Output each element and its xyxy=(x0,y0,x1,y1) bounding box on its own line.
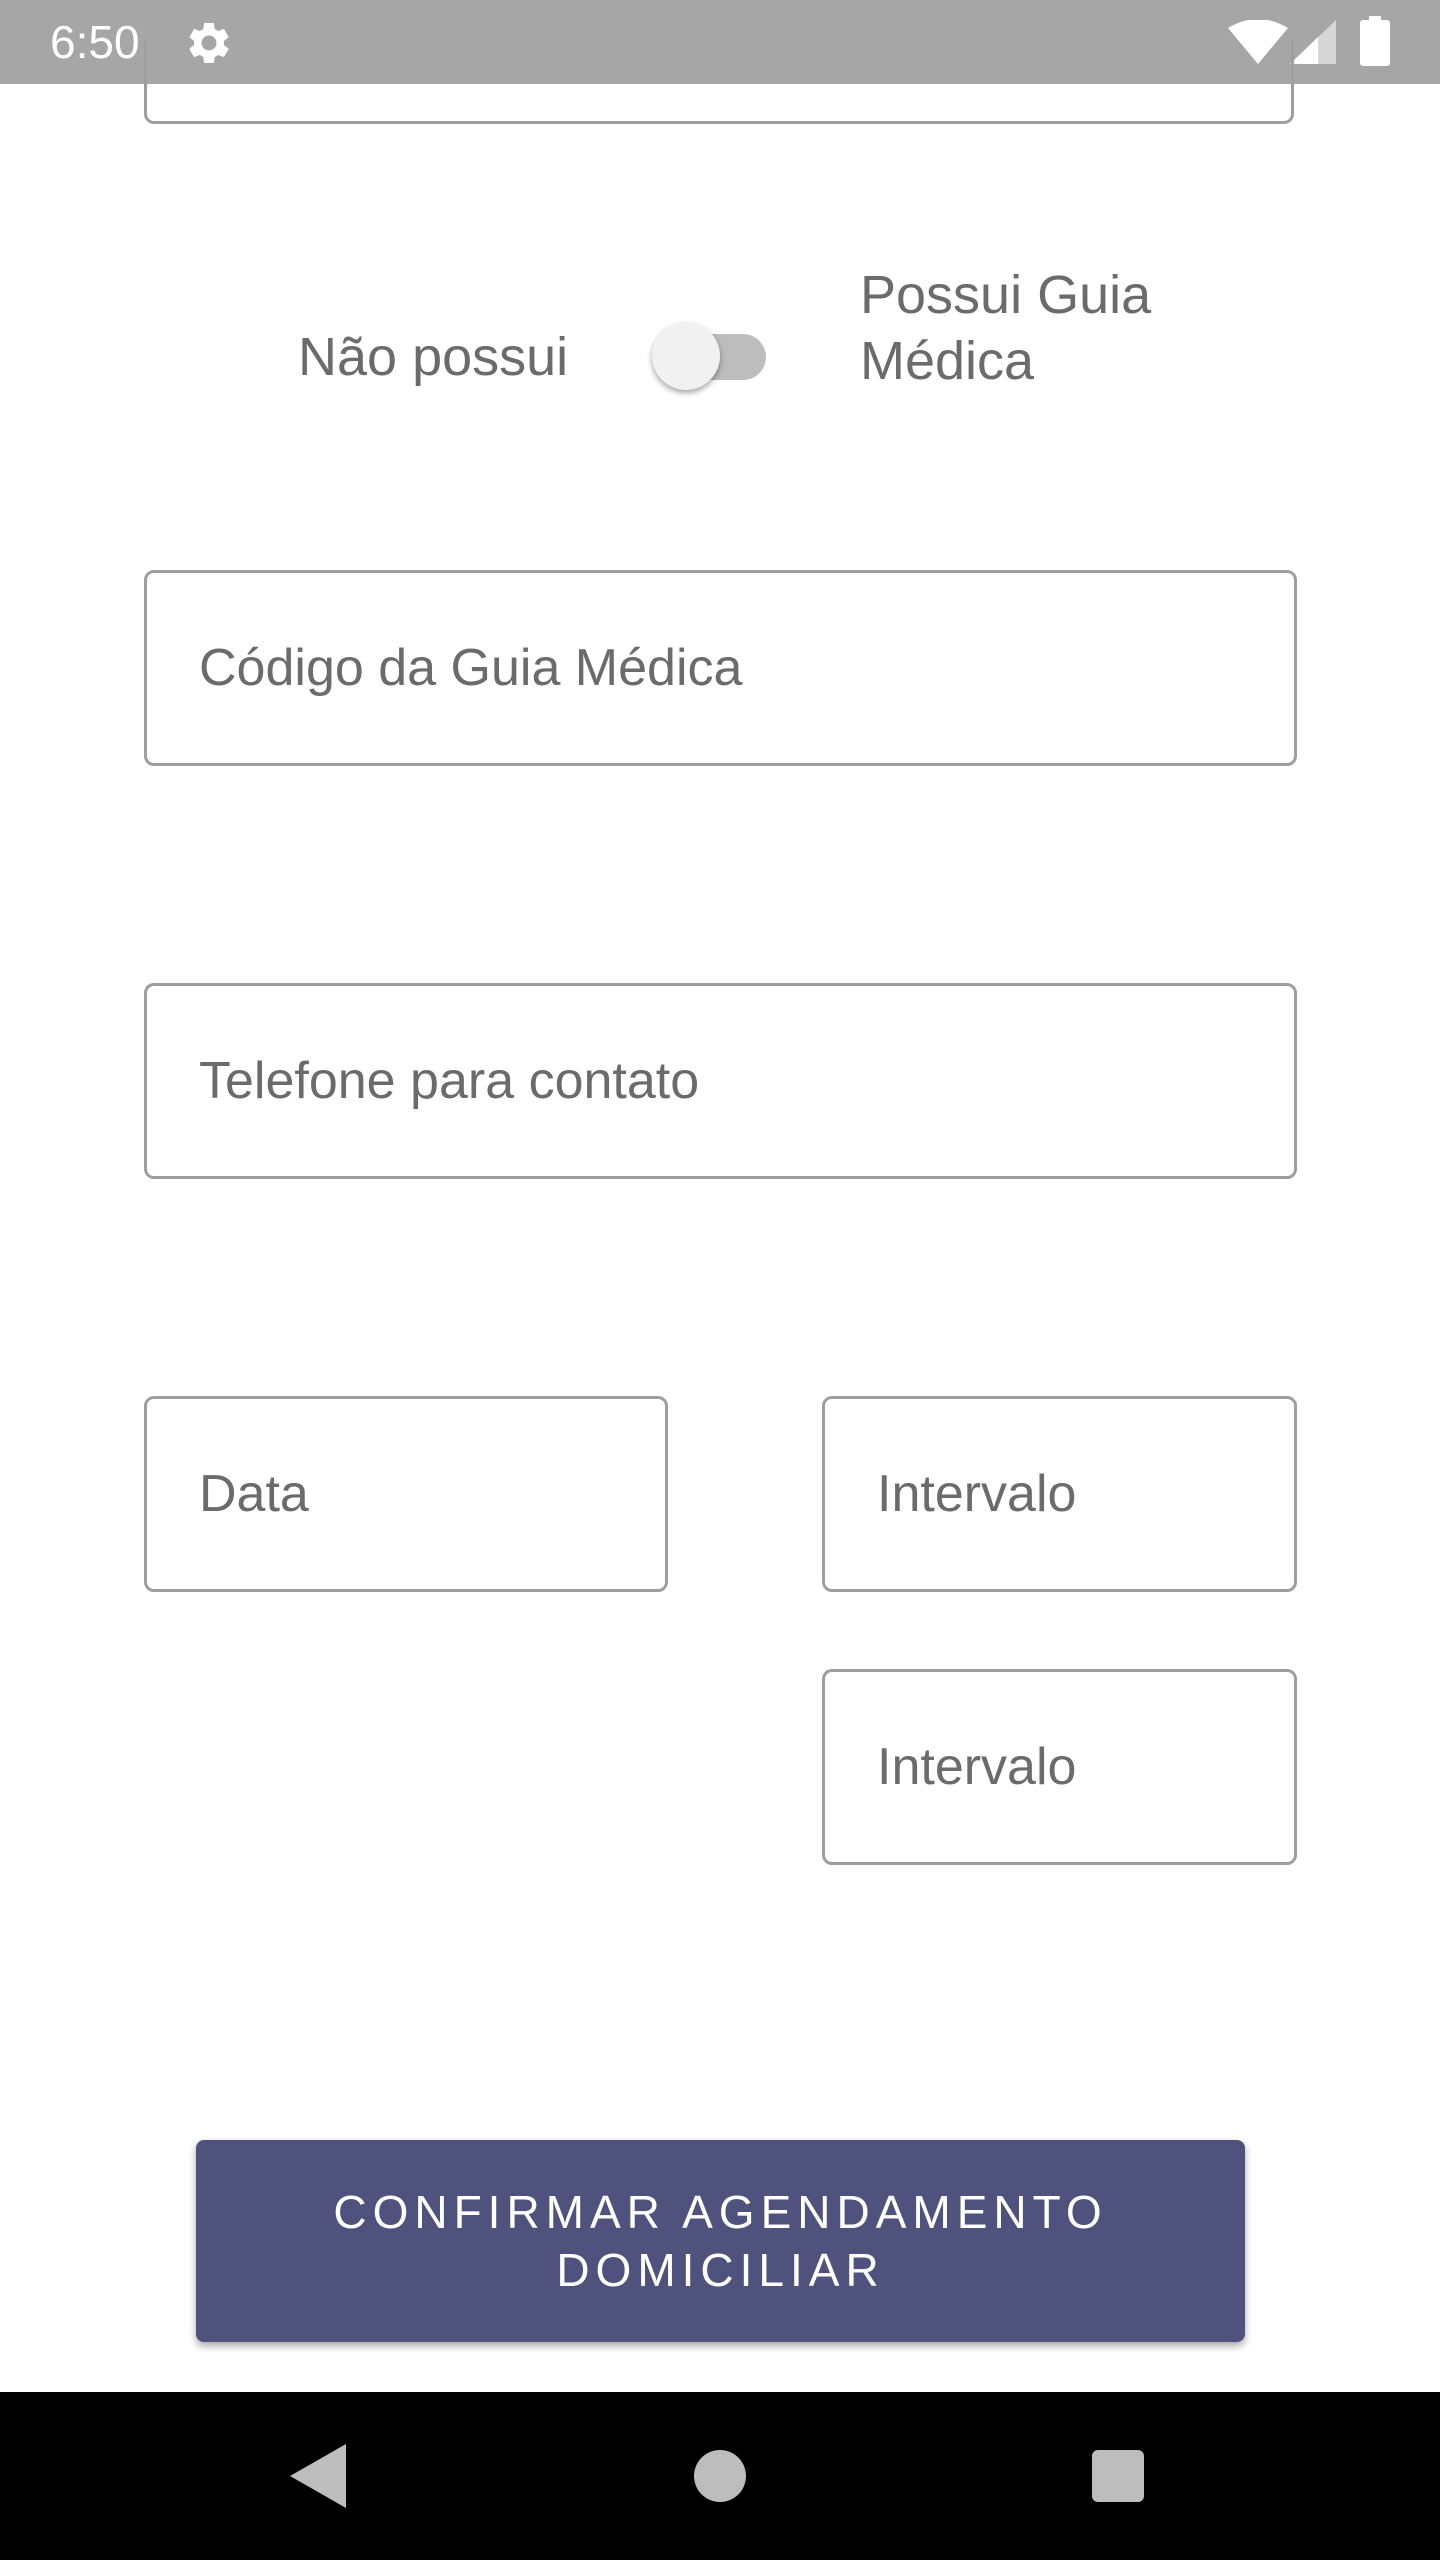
guia-toggle-switch[interactable] xyxy=(648,320,768,392)
confirm-agendamento-button[interactable]: CONFIRMAR AGENDAMENTO DOMICILIAR xyxy=(196,2140,1245,2342)
home-icon[interactable] xyxy=(694,2450,746,2502)
intervalo-field-1[interactable] xyxy=(822,1396,1297,1592)
telefone-field[interactable] xyxy=(144,983,1297,1179)
switch-on-label: Possui Guia Médica xyxy=(860,265,1152,391)
telefone-input[interactable] xyxy=(199,986,1266,1176)
status-time: 6:50 xyxy=(50,16,140,68)
battery-icon xyxy=(1360,16,1390,66)
previous-field[interactable] xyxy=(144,40,1294,124)
data-field[interactable] xyxy=(144,1396,668,1592)
screen: 6:50 Não possui Possui Guia Médica Códig… xyxy=(0,0,1440,2560)
intervalo-input-2[interactable] xyxy=(877,1672,1266,1862)
switch-off-label: Não possui xyxy=(298,327,569,387)
back-icon[interactable] xyxy=(290,2444,346,2508)
intervalo-input-1[interactable] xyxy=(877,1399,1266,1589)
guia-code-input[interactable] xyxy=(199,573,1266,763)
signal-icon xyxy=(1290,20,1336,64)
data-input[interactable] xyxy=(199,1399,637,1589)
guia-code-field[interactable] xyxy=(144,570,1297,766)
intervalo-field-2[interactable] xyxy=(822,1669,1297,1865)
switch-thumb[interactable] xyxy=(652,322,720,390)
recents-icon[interactable] xyxy=(1092,2450,1144,2502)
navigation-bar xyxy=(0,2392,1440,2560)
